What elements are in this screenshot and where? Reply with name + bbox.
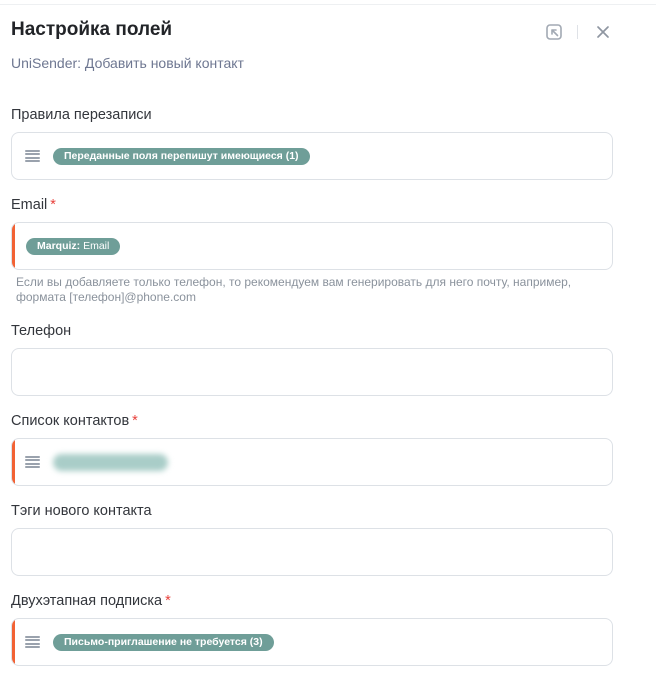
rewrite-rules-tag[interactable]: Переданные поля перепишут имеющиеся (1) <box>53 147 310 165</box>
list-icon <box>25 636 40 648</box>
header-separator <box>577 25 578 39</box>
list-icon <box>25 456 40 468</box>
double-optin-label: Двухэтапная подписка * <box>11 593 171 609</box>
phone-field[interactable] <box>11 348 613 396</box>
tags-field[interactable] <box>11 528 613 576</box>
phone-label: Телефон <box>11 323 72 339</box>
open-external-icon[interactable] <box>545 23 563 41</box>
double-optin-tag[interactable]: Письмо-приглашение не требуется (3) <box>53 633 274 651</box>
page-subtitle: UniSender: Добавить новый контакт <box>11 55 244 71</box>
contact-list-field[interactable]: Список контактов <box>11 438 613 486</box>
top-divider <box>0 4 656 5</box>
email-field[interactable]: Marquiz: Email <box>11 222 613 270</box>
rewrite-rules-field[interactable]: Переданные поля перепишут имеющиеся (1) <box>11 132 613 180</box>
contact-list-tag[interactable]: Список контактов <box>53 453 168 471</box>
double-optin-field[interactable]: Письмо-приглашение не требуется (3) <box>11 618 613 666</box>
rewrite-rules-label: Правила перезаписи <box>11 107 152 123</box>
tags-label: Тэги нового контакта <box>11 503 152 519</box>
email-tag[interactable]: Marquiz: Email <box>26 237 121 255</box>
email-hint: Если вы добавляете только телефон, то ре… <box>16 275 572 304</box>
email-label: Email * <box>11 197 56 213</box>
list-icon <box>25 150 40 162</box>
contact-list-label: Список контактов * <box>11 413 138 429</box>
close-icon[interactable] <box>594 23 612 41</box>
page-title: Настройка полей <box>11 19 173 40</box>
